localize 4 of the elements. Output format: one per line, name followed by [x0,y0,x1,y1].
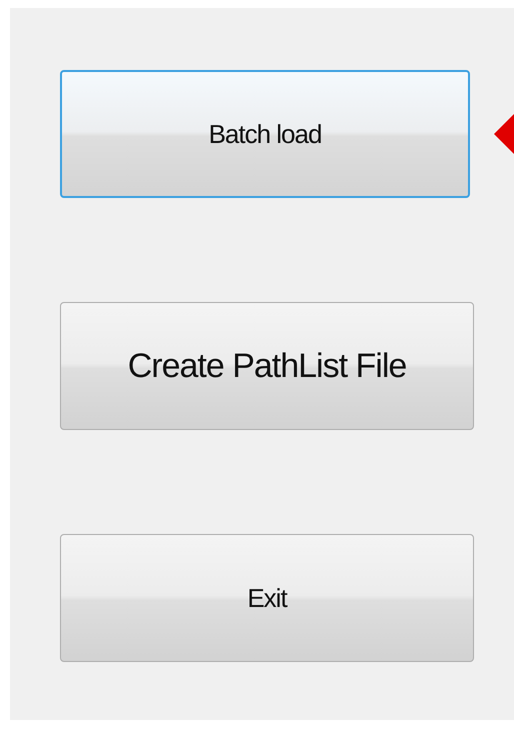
action-button[interactable]: Batch load [60,70,470,198]
action-button[interactable]: Create PathList File [60,302,474,430]
pointer-arrow-icon [494,114,514,154]
exit-button[interactable]: Exit [60,534,474,662]
